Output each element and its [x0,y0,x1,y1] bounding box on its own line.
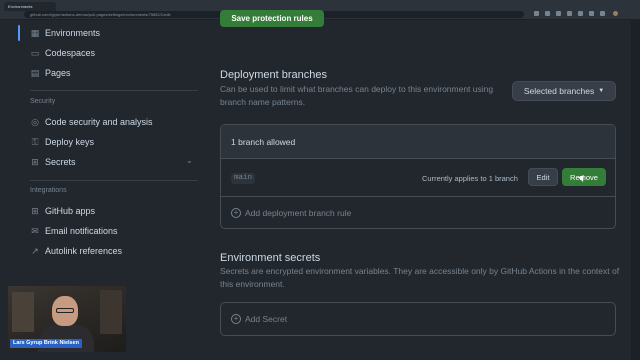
plus-circle-icon: + [231,314,241,324]
extension-icon[interactable] [545,11,550,16]
bookshelf [100,290,122,334]
sidebar-item-label: Environments [45,28,101,38]
key-icon: ⚿ [31,137,39,147]
apps-icon: ⊞ [31,206,39,216]
sidebar-item-github-apps[interactable]: ⊞ GitHub apps [20,202,95,220]
section-heading-security: Security [30,98,56,105]
sidebar-item-label: Pages [45,68,71,78]
extension-icon[interactable] [589,11,594,16]
extension-icon[interactable] [578,11,583,16]
sidebar-divider [30,180,198,181]
branch-count: 1 branch allowed [231,137,296,147]
environment-secrets-heading: Environment secrets [220,252,321,264]
dropdown-label: Selected branches [523,86,595,96]
presenter-name-tag: Lars Gyrup Brink Nielsen [10,339,83,348]
branch-pattern: main [231,173,256,184]
save-protection-rules-button[interactable]: Save protection rules [220,10,324,27]
add-secret-label: Add Secret [245,314,288,324]
sidebar-item-environments[interactable]: ▦ Environments [20,24,100,42]
sidebar-item-label: Deploy keys [45,137,95,147]
sidebar-item-autolink-references[interactable]: ↗ Autolink references [20,242,122,260]
section-heading-integrations: Integrations [30,187,67,194]
profile-avatar[interactable] [613,11,618,16]
branch-selection-dropdown[interactable]: Selected branches ▼ [512,81,616,101]
sidebar-item-secrets[interactable]: ⊞ Secrets [20,153,76,171]
sidebar-item-email-notifications[interactable]: ✉ Email notifications [20,222,118,240]
branch-rules-box: 1 branch allowed main Currently applies … [220,124,616,229]
sidebar-item-codespaces[interactable]: ▭ Codespaces [20,44,95,62]
shield-icon: ◎ [31,117,39,127]
link-icon: ↗ [31,246,39,256]
sidebar-item-label: Codespaces [45,48,96,58]
sidebar-item-deploy-keys[interactable]: ⚿ Deploy keys [20,133,94,151]
add-secret-button[interactable]: + Add Secret [231,314,287,324]
deployment-branches-heading: Deployment branches [220,69,328,81]
chevron-down-icon[interactable]: ⌄ [186,156,193,165]
branch-rule-row: main Currently applies to 1 branch Edit … [221,159,615,197]
add-rule-label: Add deployment branch rule [245,208,352,218]
plus-circle-icon: + [231,208,241,218]
extension-icon[interactable] [567,11,572,16]
sidebar-item-label: Email notifications [45,226,118,236]
sidebar-item-pages[interactable]: ▤ Pages [20,64,71,82]
mail-icon: ✉ [31,226,39,236]
applies-text: Currently applies to 1 branch [422,174,518,183]
edit-button[interactable]: Edit [528,168,558,186]
browser-tab[interactable]: Environments [4,2,56,11]
sidebar-item-label: Code security and analysis [45,117,153,127]
sidebar-item-code-security[interactable]: ◎ Code security and analysis [20,113,153,131]
asterisk-icon: ⊞ [31,157,39,167]
grid-icon: ▦ [30,28,40,38]
bookshelf [12,292,34,332]
environment-secrets-description: Secrets are encrypted environment variab… [220,266,620,289]
caret-down-icon: ▼ [598,88,605,94]
deployment-branches-description: Can be used to limit what branches can d… [220,84,494,107]
sidebar-divider [30,90,198,91]
add-deployment-branch-rule-button[interactable]: + Add deployment branch rule [231,208,351,218]
extension-icon[interactable] [534,11,539,16]
sidebar-item-label: Autolink references [45,246,123,256]
branch-rules-header: 1 branch allowed [221,125,615,159]
secrets-box: + Add Secret [220,302,616,336]
extension-icon[interactable] [556,11,561,16]
pages-icon: ▤ [30,68,40,78]
presenter-glasses [56,308,74,313]
extension-icon[interactable] [600,11,605,16]
sidebar-item-label: GitHub apps [45,206,96,216]
codespaces-icon: ▭ [30,48,40,58]
sidebar-item-label: Secrets [45,157,76,167]
page-scrollbar[interactable] [631,20,640,360]
